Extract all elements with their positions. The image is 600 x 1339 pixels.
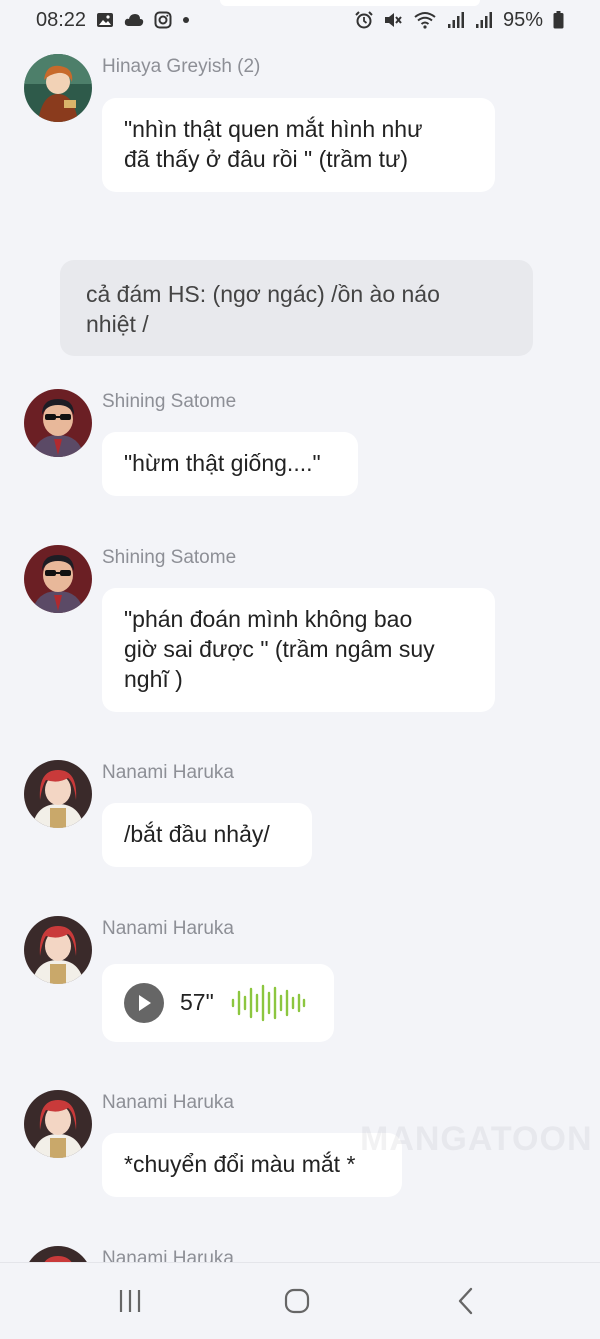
avatar-shining-satome[interactable]: [24, 545, 92, 613]
narration-bubble[interactable]: cả đám HS: (ngơ ngác) /ồn ào náo nhiệt /: [60, 260, 533, 356]
voice-duration: 57": [180, 989, 214, 1015]
chat-area[interactable]: Hinaya Greyish (2) "nhìn thật quen mắt h…: [0, 0, 600, 1262]
message-bubble[interactable]: *chuyển đổi màu mắt *: [102, 1133, 402, 1197]
avatar-nanami-haruka[interactable]: [24, 916, 92, 984]
avatar-nanami-haruka[interactable]: [24, 1090, 92, 1158]
voice-message[interactable]: 57": [102, 964, 334, 1042]
avatar-shining-satome[interactable]: [24, 389, 92, 457]
waveform-icon: [231, 984, 306, 1022]
avatar-nanami-haruka[interactable]: [24, 1246, 92, 1262]
avatar-nanami-haruka[interactable]: [24, 760, 92, 828]
watermark: MANGATOON: [360, 1120, 593, 1158]
message-bubble[interactable]: "nhìn thật quen mắt hình như đã thấy ở đ…: [102, 98, 495, 192]
message-bubble[interactable]: "hừm thật giống....": [102, 432, 358, 496]
sender-name: Nanami Haruka: [102, 918, 234, 939]
sender-name: Shining Satome: [102, 547, 237, 568]
sender-name: Nanami Haruka: [102, 762, 234, 783]
sender-name: Hinaya Greyish (2): [102, 56, 261, 77]
message-bubble[interactable]: "phán đoán mình không bao giờ sai được "…: [102, 588, 495, 712]
back-icon[interactable]: [446, 1285, 486, 1317]
sender-name: Nanami Haruka: [102, 1248, 234, 1262]
home-icon[interactable]: [277, 1285, 317, 1317]
sender-name: Shining Satome: [102, 391, 237, 412]
play-icon[interactable]: [124, 983, 164, 1023]
recents-icon[interactable]: [110, 1285, 150, 1317]
sender-name: Nanami Haruka: [102, 1092, 234, 1113]
avatar-hinaya-greyish[interactable]: [24, 54, 92, 122]
navigation-bar: [0, 1262, 600, 1339]
message-bubble[interactable]: /bắt đầu nhảy/: [102, 803, 312, 867]
